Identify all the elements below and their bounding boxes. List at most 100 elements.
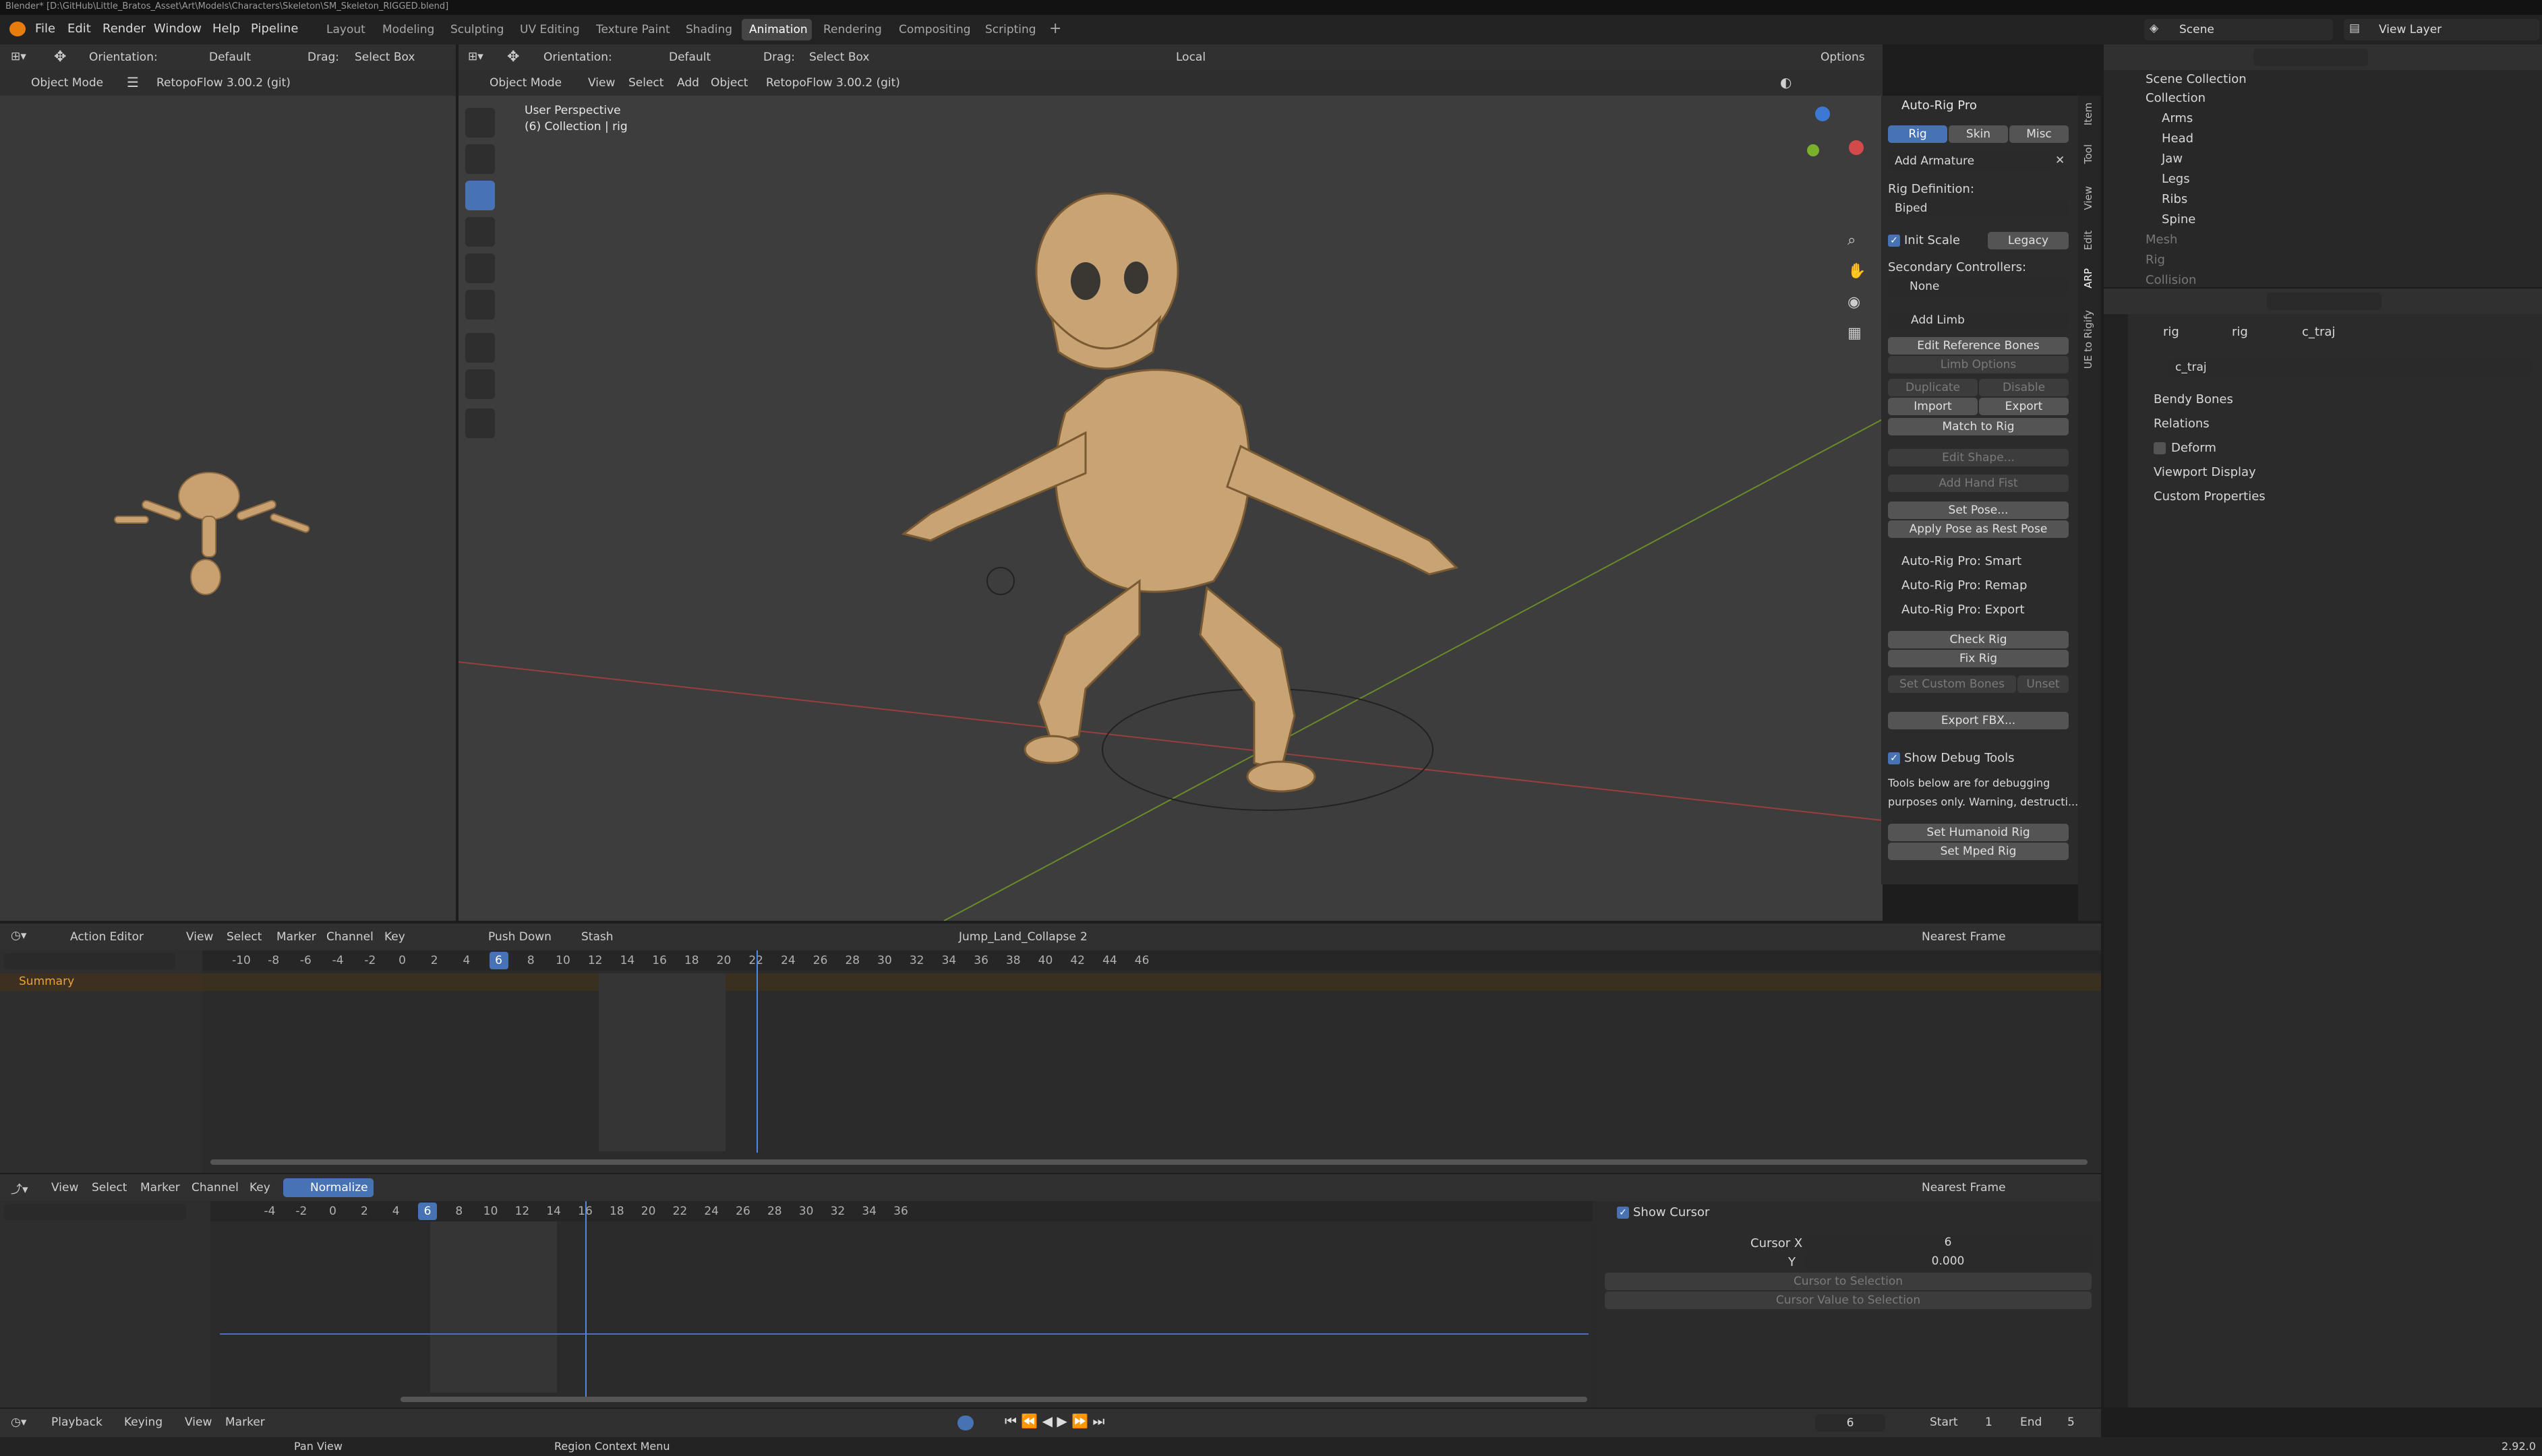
channel-search-input[interactable]: [4, 1204, 186, 1220]
gizmo-x-axis[interactable]: [1849, 140, 1864, 155]
zoom-icon[interactable]: ⌕: [1848, 232, 1856, 249]
frame-ruler[interactable]: -10-8-6-4-202468101214161820222426283032…: [202, 950, 2101, 971]
add-workspace-icon[interactable]: +: [1049, 20, 1061, 37]
arp-panel-title[interactable]: Auto-Rig Pro: [1901, 98, 1977, 113]
auto-keying-toggle[interactable]: [957, 1416, 974, 1430]
scene-selector[interactable]: ◈ Scene: [2144, 19, 2333, 40]
channel-search-input[interactable]: [4, 953, 175, 969]
menu-marker[interactable]: Marker: [140, 1181, 180, 1194]
object-mode-dropdown[interactable]: Object Mode: [31, 76, 103, 90]
cursor-value-to-selection-button[interactable]: Cursor Value to Selection: [1605, 1292, 2092, 1309]
match-to-rig-button[interactable]: Match to Rig: [1888, 418, 2069, 435]
menu-keying[interactable]: Keying: [124, 1416, 162, 1429]
menu-window[interactable]: Window: [154, 22, 202, 36]
section-relations[interactable]: Relations: [2154, 417, 2210, 431]
menu-key[interactable]: Key: [249, 1181, 270, 1194]
hamburger-icon[interactable]: ☰: [127, 74, 139, 90]
arp-export-panel[interactable]: Auto-Rig Pro: Export: [1901, 603, 2025, 617]
menu-file[interactable]: File: [35, 22, 55, 36]
arp-close-icon[interactable]: ✕: [2055, 154, 2065, 167]
show-debug-checkbox[interactable]: ✓: [1888, 752, 1900, 764]
options-dropdown[interactable]: Options: [1821, 51, 1865, 64]
sidebar-tab-edit[interactable]: Edit: [2082, 231, 2094, 250]
object-mode-dropdown[interactable]: Object Mode: [490, 76, 562, 90]
retopoflow-dropdown[interactable]: RetopoFlow 3.00.2 (git): [766, 76, 900, 90]
outliner-item-mesh[interactable]: Mesh: [2146, 231, 2177, 249]
tab-compositing[interactable]: Compositing: [899, 23, 971, 36]
start-frame-value[interactable]: 1: [1985, 1416, 1992, 1429]
menu-select[interactable]: Select: [227, 930, 262, 944]
move-tool-icon[interactable]: ✥: [54, 49, 66, 65]
set-pose-button[interactable]: Set Pose...: [1888, 502, 2069, 519]
tab-modeling[interactable]: Modeling: [382, 23, 434, 36]
outliner-item-rig[interactable]: Rig: [2146, 251, 2165, 270]
arp-tab-rig[interactable]: Rig: [1888, 125, 1947, 143]
section-custom-properties[interactable]: Custom Properties: [2154, 489, 2266, 504]
editor-type-icon[interactable]: ◷▾: [11, 1416, 26, 1429]
outliner-item-jaw[interactable]: Jaw: [2162, 150, 2183, 169]
arp-tab-misc[interactable]: Misc: [2009, 125, 2069, 143]
cursor-to-selection-button[interactable]: Cursor to Selection: [1605, 1273, 2092, 1290]
bone-name-field[interactable]: c_traj: [2168, 359, 2533, 376]
menu-playback[interactable]: Playback: [51, 1416, 102, 1429]
check-rig-button[interactable]: Check Rig: [1888, 631, 2069, 648]
action-editor-mode[interactable]: Action Editor: [70, 930, 144, 944]
summary-row[interactable]: Summary: [0, 973, 202, 991]
main-viewport[interactable]: ⊞▾ ✥ Orientation: Default Drag: Select B…: [459, 44, 1883, 921]
set-custom-bones-button[interactable]: Set Custom Bones: [1888, 675, 2016, 693]
menu-object[interactable]: Object: [711, 76, 748, 90]
duplicate-button[interactable]: Duplicate: [1888, 379, 1978, 396]
menu-channel[interactable]: Channel: [326, 930, 374, 944]
tab-shading[interactable]: Shading: [686, 23, 732, 36]
tab-animation[interactable]: Animation: [742, 19, 812, 40]
menu-add[interactable]: Add: [677, 76, 699, 90]
export-fbx-button[interactable]: Export FBX...: [1888, 712, 2069, 729]
scene-collection-row[interactable]: Scene Collection: [2146, 70, 2247, 89]
horizontal-scrollbar[interactable]: [401, 1397, 1587, 1402]
outliner-item-spine[interactable]: Spine: [2162, 210, 2195, 229]
cursor-x-field[interactable]: 6: [1804, 1234, 2092, 1251]
transform-space-dropdown[interactable]: Local: [1176, 51, 1206, 64]
edit-shape-button[interactable]: Edit Shape...: [1888, 449, 2069, 466]
tab-texture-paint[interactable]: Texture Paint: [596, 23, 670, 36]
menu-view[interactable]: View: [51, 1181, 78, 1194]
section-deform[interactable]: Deform: [2171, 441, 2216, 455]
navigation-gizmo[interactable]: [1787, 107, 1868, 187]
view-layer-selector[interactable]: ▤ View Layer: [2344, 19, 2539, 40]
export-button[interactable]: Export: [1979, 398, 2069, 415]
arp-tab-skin[interactable]: Skin: [1949, 125, 2008, 143]
tab-sculpting[interactable]: Sculpting: [450, 23, 504, 36]
outliner-item-head[interactable]: Head: [2162, 129, 2193, 148]
disable-button[interactable]: Disable: [1979, 379, 2069, 396]
section-viewport-display[interactable]: Viewport Display: [2154, 465, 2256, 479]
gizmo-z-axis[interactable]: [1815, 107, 1830, 121]
menu-view[interactable]: View: [186, 930, 213, 944]
outliner-item-collision[interactable]: Collision: [2146, 271, 2196, 290]
edit-reference-bones-button[interactable]: Edit Reference Bones: [1888, 337, 2069, 355]
action-name-field[interactable]: Jump_Land_Collapse: [959, 930, 1076, 944]
menu-edit[interactable]: Edit: [67, 22, 91, 36]
menu-render[interactable]: Render: [102, 22, 146, 36]
playhead-line[interactable]: [757, 950, 758, 1153]
cursor-y-field[interactable]: 0.000: [1804, 1252, 2092, 1270]
stash-button[interactable]: Stash: [581, 930, 614, 944]
orientation-dropdown[interactable]: Default: [209, 51, 251, 64]
editor-type-icon[interactable]: ⤴▾: [11, 1180, 28, 1196]
menu-view[interactable]: View: [588, 76, 615, 90]
arp-smart-panel[interactable]: Auto-Rig Pro: Smart: [1901, 554, 2021, 568]
add-limb-dropdown[interactable]: Add Limb: [1888, 311, 2069, 329]
normalize-toggle[interactable]: Normalize: [283, 1178, 374, 1197]
grid-view-icon[interactable]: ▦: [1848, 325, 1862, 342]
menu-marker[interactable]: Marker: [225, 1416, 265, 1429]
playback-controls[interactable]: ⏮ ⏪ ◀ ▶ ⏩ ⏭: [1005, 1413, 1104, 1429]
menu-channel[interactable]: Channel: [191, 1181, 239, 1194]
init-scale-checkbox[interactable]: ✓: [1888, 235, 1900, 247]
menu-select[interactable]: Select: [628, 76, 663, 90]
push-down-button[interactable]: Push Down: [488, 930, 552, 944]
menu-view[interactable]: View: [185, 1416, 212, 1429]
tab-rendering[interactable]: Rendering: [823, 23, 882, 36]
set-humanoid-rig-button[interactable]: Set Humanoid Rig: [1888, 824, 2069, 841]
arp-remap-panel[interactable]: Auto-Rig Pro: Remap: [1901, 578, 2027, 593]
menu-key[interactable]: Key: [384, 930, 405, 944]
gizmo-y-axis[interactable]: [1807, 144, 1819, 156]
